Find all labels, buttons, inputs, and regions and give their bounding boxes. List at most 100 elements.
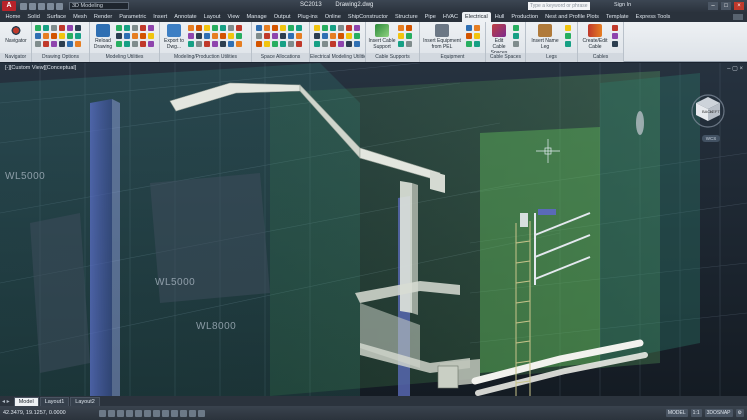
tool-button-icon[interactable]: [264, 25, 270, 31]
tool-button-icon[interactable]: [67, 25, 73, 31]
tab-pipe[interactable]: Pipe: [421, 12, 439, 22]
tool-button-icon[interactable]: [513, 41, 519, 47]
tool-button-icon[interactable]: [264, 41, 270, 47]
tab-template[interactable]: Template: [602, 12, 632, 22]
3d-osnap-toggle[interactable]: 3DOSNAP: [704, 409, 733, 417]
tool-button-icon[interactable]: [116, 33, 122, 39]
tool-button-icon[interactable]: [212, 25, 218, 31]
ship-3d-model[interactable]: [0, 63, 747, 396]
tab-production[interactable]: Production: [508, 12, 542, 22]
application-menu-button[interactable]: A: [2, 1, 16, 11]
tool-button-icon[interactable]: [565, 41, 571, 47]
tool-button-icon[interactable]: [280, 33, 286, 39]
tool-button-icon[interactable]: [330, 33, 336, 39]
tool-button-icon[interactable]: [398, 41, 404, 47]
tool-button-icon[interactable]: [322, 33, 328, 39]
layout-tab-layout1[interactable]: Layout1: [39, 396, 70, 406]
tool-button-icon[interactable]: [59, 33, 65, 39]
tab-plug-ins[interactable]: Plug-ins: [294, 12, 321, 22]
tool-button-icon[interactable]: [474, 25, 480, 31]
tab-layout[interactable]: Layout: [200, 12, 224, 22]
tool-button-icon[interactable]: [354, 25, 360, 31]
lineweight-icon[interactable]: [171, 409, 178, 417]
layout-tab-model[interactable]: Model: [13, 396, 39, 406]
tool-button-icon[interactable]: [314, 33, 320, 39]
tool-button-icon[interactable]: [406, 25, 412, 31]
model-viewport[interactable]: [-][Custom View][Conceptual] – ▢ × WL500…: [0, 63, 747, 396]
tool-button-icon[interactable]: [565, 33, 571, 39]
vertical-pipe[interactable]: [636, 111, 644, 135]
tool-button-icon[interactable]: [264, 33, 270, 39]
tab-electrical[interactable]: Electrical: [461, 12, 492, 22]
tool-button-icon[interactable]: [330, 41, 336, 47]
tool-button-icon[interactable]: [612, 25, 618, 31]
workspace-dropdown[interactable]: 3D Modeling: [69, 2, 129, 10]
tool-button-icon[interactable]: [338, 25, 344, 31]
polar-icon[interactable]: [126, 409, 133, 417]
osnap-icon[interactable]: [135, 409, 142, 417]
reload-drawing-button[interactable]: Reload Drawing: [92, 24, 114, 50]
tab-scroll-arrows[interactable]: ◂ ▸: [2, 398, 10, 405]
dyn-icon[interactable]: [162, 409, 169, 417]
tool-button-icon[interactable]: [474, 41, 480, 47]
maximize-icon[interactable]: □: [721, 2, 731, 10]
junction-box[interactable]: [437, 365, 459, 389]
tool-button-icon[interactable]: [51, 33, 57, 39]
ribbon-minimize-icon[interactable]: [733, 14, 743, 20]
snap-icon[interactable]: [99, 409, 106, 417]
tool-button-icon[interactable]: [236, 41, 242, 47]
tool-button-icon[interactable]: [330, 25, 336, 31]
tool-button-icon[interactable]: [204, 25, 210, 31]
tool-button-icon[interactable]: [612, 33, 618, 39]
pillar-left[interactable]: [90, 99, 112, 396]
tab-manage[interactable]: Manage: [243, 12, 270, 22]
tool-button-icon[interactable]: [43, 25, 49, 31]
tool-button-icon[interactable]: [474, 33, 480, 39]
tool-button-icon[interactable]: [228, 33, 234, 39]
quick-properties-icon[interactable]: [189, 409, 196, 417]
tool-button-icon[interactable]: [466, 33, 472, 39]
transparency-icon[interactable]: [180, 409, 187, 417]
open-icon[interactable]: [29, 2, 36, 10]
tab-view[interactable]: View: [224, 12, 243, 22]
save-icon[interactable]: [38, 2, 45, 10]
tool-button-icon[interactable]: [148, 33, 154, 39]
tool-button-icon[interactable]: [354, 41, 360, 47]
tool-button-icon[interactable]: [406, 41, 412, 47]
tool-button-icon[interactable]: [288, 33, 294, 39]
tool-button-icon[interactable]: [280, 41, 286, 47]
tab-home[interactable]: Home: [2, 12, 24, 22]
tool-button-icon[interactable]: [124, 41, 130, 47]
tool-button-icon[interactable]: [272, 25, 278, 31]
tool-button-icon[interactable]: [288, 41, 294, 47]
tool-button-icon[interactable]: [212, 33, 218, 39]
tool-button-icon[interactable]: [398, 25, 404, 31]
tab-nest-and-profile-plots[interactable]: Nest and Profile Plots: [542, 12, 603, 22]
tool-button-icon[interactable]: [43, 41, 49, 47]
tool-button-icon[interactable]: [272, 33, 278, 39]
tool-button-icon[interactable]: [204, 33, 210, 39]
tool-button-icon[interactable]: [314, 41, 320, 47]
tab-shipconstructor[interactable]: ShipConstructor: [344, 12, 391, 22]
tool-button-icon[interactable]: [280, 25, 286, 31]
tab-solid[interactable]: Solid: [24, 12, 43, 22]
tool-button-icon[interactable]: [124, 33, 130, 39]
tab-insert[interactable]: Insert: [150, 12, 171, 22]
tool-button-icon[interactable]: [346, 33, 352, 39]
tool-button-icon[interactable]: [256, 33, 262, 39]
undo-icon[interactable]: [47, 2, 54, 10]
new-icon[interactable]: [20, 2, 27, 10]
tab-hull[interactable]: Hull: [491, 12, 508, 22]
search-input[interactable]: Type a keyword or phrase: [528, 2, 590, 10]
tool-button-icon[interactable]: [220, 41, 226, 47]
tool-button-icon[interactable]: [212, 41, 218, 47]
ducs-icon[interactable]: [153, 409, 160, 417]
tab-hvac[interactable]: HVAC: [439, 12, 461, 22]
tool-button-icon[interactable]: [612, 41, 618, 47]
grid-icon[interactable]: [108, 409, 115, 417]
ortho-icon[interactable]: [117, 409, 124, 417]
tab-surface[interactable]: Surface: [43, 12, 69, 22]
tool-button-icon[interactable]: [322, 41, 328, 47]
tab-online[interactable]: Online: [321, 12, 344, 22]
insert-cable-support-button[interactable]: Insert Cable Support: [368, 24, 396, 50]
